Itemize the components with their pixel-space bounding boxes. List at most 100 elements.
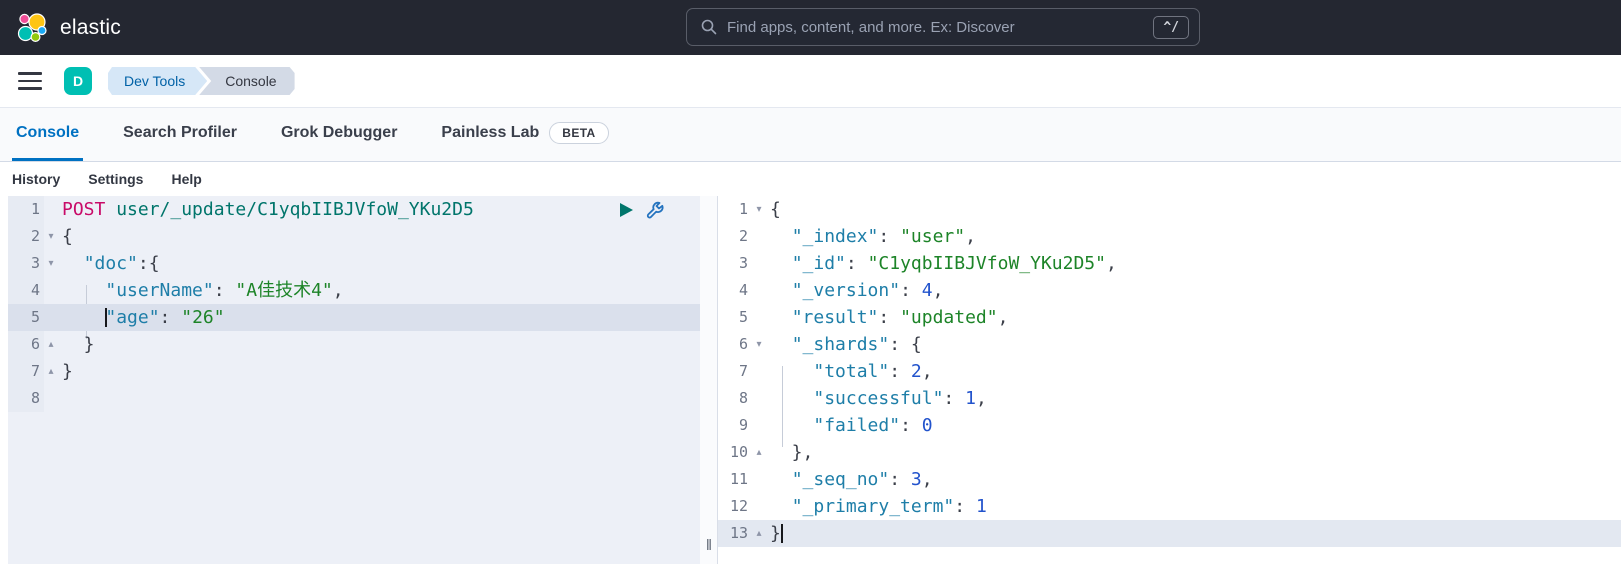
code-text[interactable]: "_primary_term": 1	[766, 493, 1621, 520]
fold-toggle-icon[interactable]: ▾	[44, 250, 58, 277]
fold-spacer	[752, 277, 766, 304]
global-search-input[interactable]: Find apps, content, and more. Ex: Discov…	[686, 8, 1200, 46]
tab-painless-lab[interactable]: Painless Lab BETA	[437, 108, 612, 161]
elastic-logo-icon	[16, 12, 48, 44]
menu-icon[interactable]	[18, 72, 42, 90]
panel-resizer[interactable]: ‖	[699, 532, 719, 559]
console-split-view: 1POST user/_update/C1yqbIIBJVfoW_YKu2D52…	[0, 196, 1621, 564]
tab-console[interactable]: Console	[12, 108, 83, 161]
line-number: 8	[718, 385, 752, 412]
breadcrumb-console[interactable]: Console	[199, 67, 294, 95]
code-text[interactable]: "age": "26"	[58, 304, 700, 331]
code-text[interactable]: "_version": 4,	[766, 277, 1621, 304]
wrench-icon	[645, 201, 664, 220]
fold-toggle-icon[interactable]: ▾	[752, 331, 766, 358]
line-number: 6	[8, 331, 44, 358]
code-line[interactable]: 9 "failed": 0	[718, 412, 1621, 439]
fold-toggle-icon[interactable]: ▴	[44, 331, 58, 358]
code-line[interactable]: 3 "_id": "C1yqbIIBJVfoW_YKu2D5",	[718, 250, 1621, 277]
code-text[interactable]: POST user/_update/C1yqbIIBJVfoW_YKu2D5	[58, 196, 700, 223]
line-number: 7	[718, 358, 752, 385]
response-editor[interactable]: 1▾{2 "_index": "user",3 "_id": "C1yqbIIB…	[718, 196, 1621, 564]
code-line[interactable]: 8	[8, 385, 700, 412]
fold-spacer	[752, 223, 766, 250]
code-text[interactable]: }	[58, 331, 700, 358]
code-line[interactable]: 13▴}	[718, 520, 1621, 547]
send-request-button[interactable]	[616, 200, 636, 220]
line-number: 11	[718, 466, 752, 493]
code-line[interactable]: 2▾{	[8, 223, 700, 250]
code-text[interactable]: }	[58, 358, 700, 385]
breadcrumb-dev-tools[interactable]: Dev Tools	[108, 67, 207, 95]
help-menu-item[interactable]: Help	[171, 171, 201, 187]
fold-spacer	[752, 385, 766, 412]
code-line[interactable]: 5 "result": "updated",	[718, 304, 1621, 331]
code-text[interactable]: "_seq_no": 3,	[766, 466, 1621, 493]
code-line[interactable]: 6▾ "_shards": {	[718, 331, 1621, 358]
code-text[interactable]: "result": "updated",	[766, 304, 1621, 331]
request-actions	[616, 200, 664, 220]
code-line[interactable]: 4 "userName": "A佳技术4",	[8, 277, 700, 304]
code-text[interactable]: }	[766, 520, 1621, 547]
line-number: 5	[8, 304, 44, 331]
line-number: 3	[718, 250, 752, 277]
tab-grok-debugger[interactable]: Grok Debugger	[277, 108, 401, 161]
dev-tools-tabs: Console Search Profiler Grok Debugger Pa…	[0, 108, 1621, 162]
code-text[interactable]: "_index": "user",	[766, 223, 1621, 250]
code-line[interactable]: 7▴}	[8, 358, 700, 385]
fold-toggle-icon[interactable]: ▴	[752, 439, 766, 466]
line-number: 5	[718, 304, 752, 331]
request-editor-scroll-track[interactable]	[700, 196, 718, 564]
line-number: 1	[8, 196, 44, 223]
code-text[interactable]: "failed": 0	[766, 412, 1621, 439]
code-text[interactable]: "userName": "A佳技术4",	[58, 277, 700, 304]
settings-menu-item[interactable]: Settings	[88, 171, 143, 187]
tab-search-profiler[interactable]: Search Profiler	[119, 108, 241, 161]
code-text[interactable]: "total": 2,	[766, 358, 1621, 385]
code-text[interactable]: {	[766, 196, 1621, 223]
code-line[interactable]: 8 "successful": 1,	[718, 385, 1621, 412]
global-header: elastic Find apps, content, and more. Ex…	[0, 0, 1621, 55]
fold-spacer	[752, 250, 766, 277]
code-text[interactable]: "_id": "C1yqbIIBJVfoW_YKu2D5",	[766, 250, 1621, 277]
code-text[interactable]: "doc":{	[58, 250, 700, 277]
avatar[interactable]: D	[64, 67, 92, 95]
code-line[interactable]: 6▴ }	[8, 331, 700, 358]
code-text[interactable]: },	[766, 439, 1621, 466]
line-number: 10	[718, 439, 752, 466]
keyboard-shortcut-hint: ^/	[1153, 16, 1189, 39]
code-line[interactable]: 5 "age": "26"	[8, 304, 700, 331]
breadcrumb-bar: D Dev Tools Console	[0, 55, 1621, 108]
code-text[interactable]	[58, 385, 700, 412]
search-icon	[701, 19, 717, 35]
fold-toggle-icon[interactable]: ▾	[752, 196, 766, 223]
fold-spacer	[752, 412, 766, 439]
code-line[interactable]: 11 "_seq_no": 3,	[718, 466, 1621, 493]
fold-toggle-icon[interactable]: ▾	[44, 223, 58, 250]
request-editor[interactable]: 1 POST user/_update/C1yqbIIBJVfoW_YKu2D52…	[8, 196, 700, 564]
history-menu-item[interactable]: History	[12, 171, 60, 187]
code-line[interactable]: 1▾{	[718, 196, 1621, 223]
fold-spacer	[44, 277, 58, 304]
fold-toggle-icon[interactable]: ▴	[752, 520, 766, 547]
code-text[interactable]: {	[58, 223, 700, 250]
fold-spacer	[44, 385, 58, 412]
request-options-button[interactable]	[644, 200, 664, 220]
code-line[interactable]: 3▾ "doc":{	[8, 250, 700, 277]
fold-spacer	[44, 304, 58, 331]
fold-toggle-icon[interactable]: ▴	[44, 358, 58, 385]
line-number: 8	[8, 385, 44, 412]
code-text[interactable]: "successful": 1,	[766, 385, 1621, 412]
search-placeholder: Find apps, content, and more. Ex: Discov…	[727, 19, 1153, 36]
code-line[interactable]: 2 "_index": "user",	[718, 223, 1621, 250]
code-line[interactable]: 4 "_version": 4,	[718, 277, 1621, 304]
elastic-home-link[interactable]: elastic	[0, 12, 121, 44]
line-number: 9	[718, 412, 752, 439]
code-line[interactable]: 10▴ },	[718, 439, 1621, 466]
fold-spacer	[44, 196, 58, 223]
code-text[interactable]: "_shards": {	[766, 331, 1621, 358]
code-line[interactable]: 1 POST user/_update/C1yqbIIBJVfoW_YKu2D5	[8, 196, 700, 223]
code-line[interactable]: 12 "_primary_term": 1	[718, 493, 1621, 520]
line-number: 13	[718, 520, 752, 547]
code-line[interactable]: 7 "total": 2,	[718, 358, 1621, 385]
